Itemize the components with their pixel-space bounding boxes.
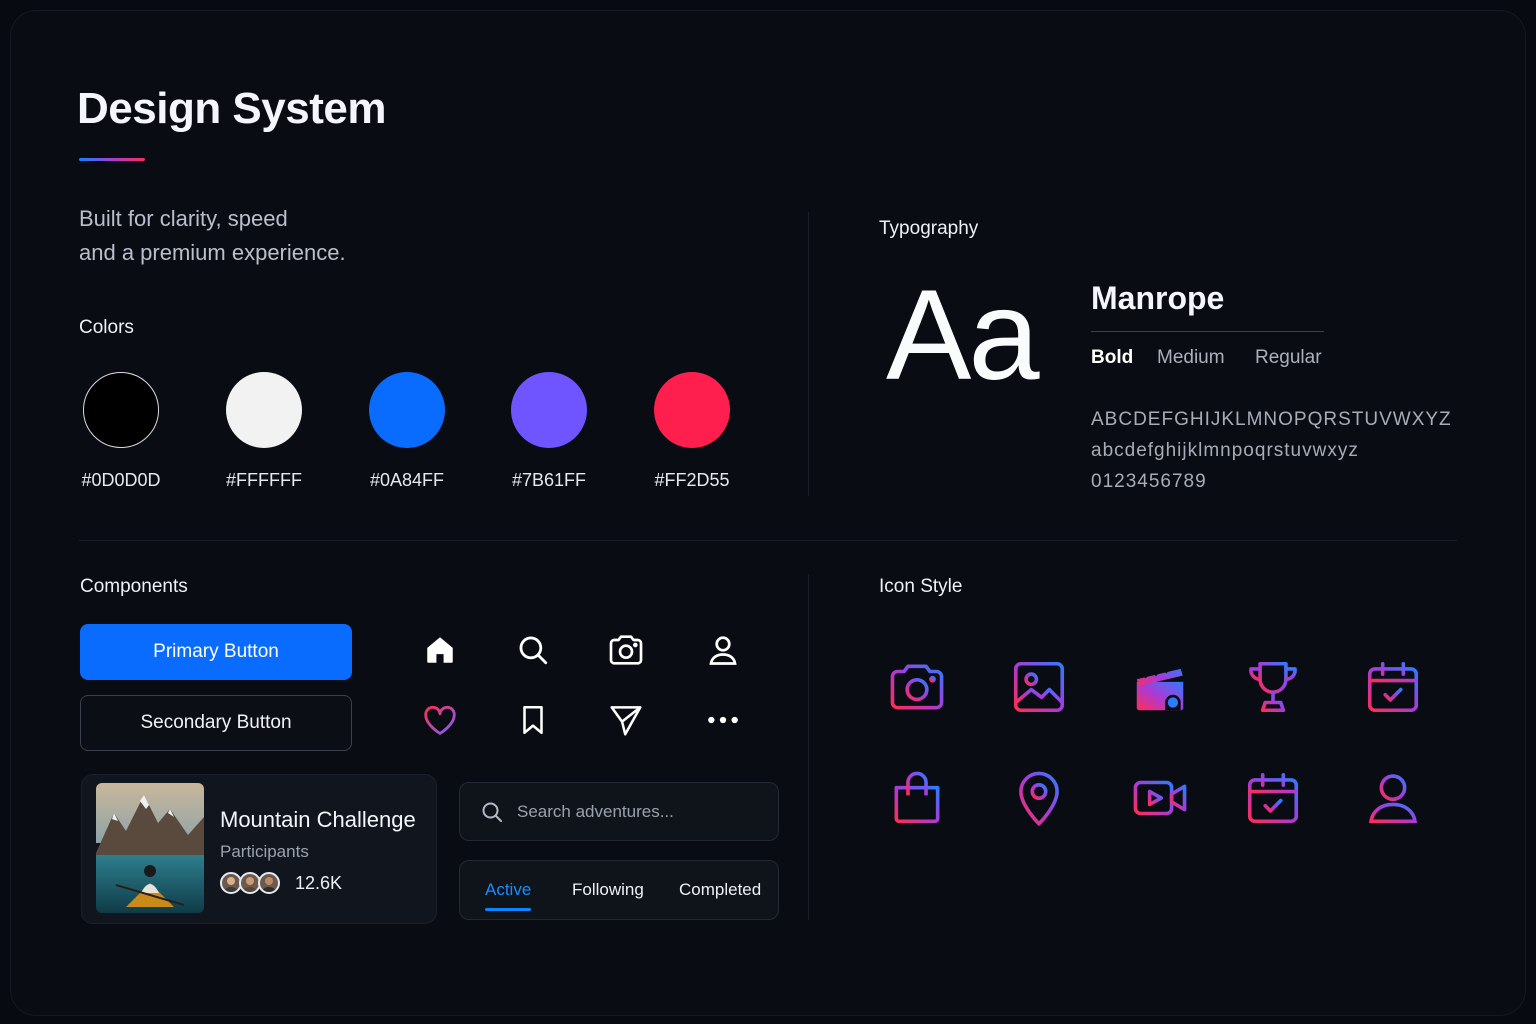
glyph-digits: 0123456789 xyxy=(1091,471,1207,492)
bookmark-icon[interactable] xyxy=(513,700,553,740)
page-title: Design System xyxy=(77,84,386,133)
heart-icon[interactable] xyxy=(420,700,460,740)
swatch-white xyxy=(226,372,302,448)
weight-medium: Medium xyxy=(1157,347,1225,368)
tab-completed[interactable]: Completed xyxy=(679,880,761,900)
user-icon[interactable] xyxy=(703,630,743,670)
card-title: Mountain Challenge xyxy=(220,807,416,832)
participant-avatars xyxy=(220,872,284,894)
tagline-line-1: Built for clarity, speed xyxy=(79,206,288,231)
calendar-check-icon xyxy=(1367,661,1419,713)
section-divider-horizontal xyxy=(79,540,1457,541)
camera-icon[interactable] xyxy=(606,630,646,670)
swatch-blue xyxy=(369,372,445,448)
search-field[interactable] xyxy=(459,782,779,841)
glyph-lowercase: abcdefghijklmnpoqrstuvwxyz xyxy=(1091,440,1359,461)
image-icon xyxy=(1013,661,1065,713)
section-divider-vertical xyxy=(808,212,809,496)
camera-icon xyxy=(890,664,944,710)
calendar-check-icon xyxy=(1247,772,1299,824)
swatch-black xyxy=(83,372,159,448)
location-pin-icon xyxy=(1019,771,1059,826)
glyph-uppercase: ABCDEFGHIJKLMNOPQRSTUVWXYZ xyxy=(1091,409,1452,430)
primary-button[interactable]: Primary Button xyxy=(80,624,352,680)
tab-active[interactable]: Active xyxy=(485,880,531,900)
participant-count: 12.6K xyxy=(295,873,343,893)
typography-heading: Typography xyxy=(879,218,979,239)
send-icon[interactable] xyxy=(606,700,646,740)
search-icon[interactable] xyxy=(513,630,553,670)
swatch-hex-label: #7B61FF xyxy=(511,470,587,490)
swatch-hex-label: #FF2D55 xyxy=(654,470,730,490)
active-tab-indicator xyxy=(485,908,531,911)
type-specimen: Aa xyxy=(886,264,1040,407)
swatch-hex-label: #FFFFFF xyxy=(226,470,302,490)
weight-regular: Regular xyxy=(1255,347,1322,368)
home-icon[interactable] xyxy=(420,630,460,670)
swatch-purple xyxy=(511,372,587,448)
icon-style-heading: Icon Style xyxy=(879,576,963,597)
font-name: Manrope xyxy=(1091,280,1225,316)
title-accent-bar xyxy=(79,158,145,161)
tab-bar: Active Following Completed xyxy=(459,860,779,920)
glyph-set: ABCDEFGHIJKLMNOPQRSTUVWXYZ abcdefghijklm… xyxy=(1091,404,1452,497)
card-photo xyxy=(96,783,204,913)
clapperboard-icon xyxy=(1136,664,1184,711)
avatar xyxy=(258,872,280,894)
components-heading: Components xyxy=(80,576,188,597)
search-input[interactable] xyxy=(517,800,757,824)
secondary-button[interactable]: Secondary Button xyxy=(80,695,352,751)
user-icon xyxy=(1368,774,1418,824)
tab-following[interactable]: Following xyxy=(572,880,644,900)
swatch-hex-label: #0A84FF xyxy=(369,470,445,490)
tagline-line-2: and a premium experience. xyxy=(79,240,346,265)
card-subtitle: Participants xyxy=(220,842,309,861)
swatch-hex-label: #0D0D0D xyxy=(81,470,161,490)
challenge-card[interactable]: Mountain Challenge Participants 12.6K xyxy=(81,774,437,924)
trophy-icon xyxy=(1249,661,1297,713)
shopping-bag-icon xyxy=(894,771,940,824)
search-icon xyxy=(482,802,502,822)
font-name-rule xyxy=(1091,331,1324,332)
swatch-red xyxy=(654,372,730,448)
section-divider-vertical xyxy=(808,574,809,920)
tagline: Built for clarity, speed and a premium e… xyxy=(79,202,346,270)
colors-heading: Colors xyxy=(79,317,134,338)
more-icon[interactable] xyxy=(703,700,743,740)
video-icon xyxy=(1133,780,1187,816)
weight-bold: Bold xyxy=(1091,347,1134,368)
